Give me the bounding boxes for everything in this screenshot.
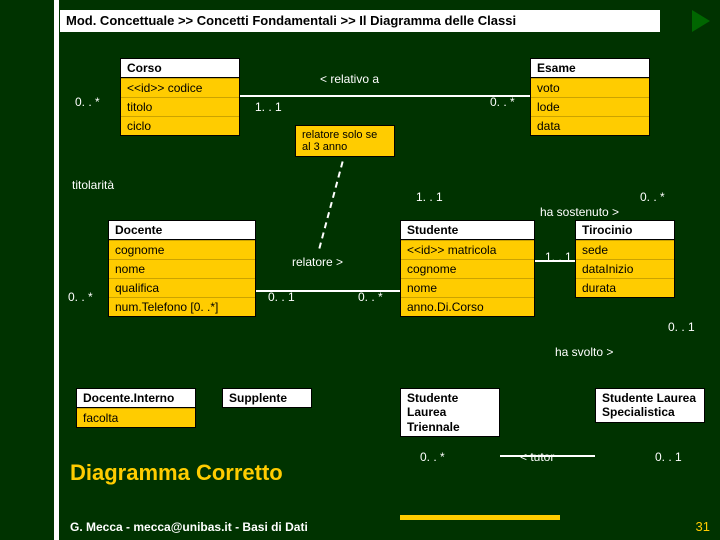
mult: 0. . * xyxy=(358,290,383,304)
mult: 0. . * xyxy=(640,190,665,204)
attr: ciclo xyxy=(121,116,239,135)
attr: <<id>> matricola xyxy=(401,240,534,259)
class-corso: Corso <<id>> codice titolo ciclo xyxy=(120,58,240,136)
class-title: Docente xyxy=(109,221,255,240)
mult: 0. . 1 xyxy=(668,320,695,334)
mult: 0. . 1 xyxy=(268,290,295,304)
footer: G. Mecca - mecca@unibas.it - Basi di Dat… xyxy=(70,520,308,534)
assoc-svolto: ha svolto > xyxy=(555,345,613,359)
mult: 0. . * xyxy=(68,290,93,304)
connector xyxy=(240,95,530,97)
assoc-sostenuto: ha sostenuto > xyxy=(540,205,619,219)
attr: lode xyxy=(531,97,649,116)
attr: voto xyxy=(531,78,649,97)
vertical-stripe xyxy=(54,0,59,540)
mult: 0. . * xyxy=(75,95,100,109)
assoc-relativo: < relativo a xyxy=(320,72,379,86)
mult: 1. . 1 xyxy=(255,100,282,114)
page-title: Diagramma Corretto xyxy=(70,460,283,486)
attr: cognome xyxy=(401,259,534,278)
attr: anno.Di.Corso xyxy=(401,297,534,316)
class-title: Docente.Interno xyxy=(77,389,195,408)
mult: 0. . 1 xyxy=(655,450,682,464)
attr: qualifica xyxy=(109,278,255,297)
attr: num.Telefono [0. .*] xyxy=(109,297,255,316)
attr: facolta xyxy=(77,408,195,427)
class-studente: Studente <<id>> matricola cognome nome a… xyxy=(400,220,535,317)
dashed-connector xyxy=(318,161,343,248)
page-number: 31 xyxy=(696,519,710,534)
attr: durata xyxy=(576,278,674,297)
class-title: Studente Laurea Triennale xyxy=(401,389,499,436)
class-title: Studente xyxy=(401,221,534,240)
attr: <<id>> codice xyxy=(121,78,239,97)
attr: nome xyxy=(401,278,534,297)
mult: 0. . * xyxy=(420,450,445,464)
connector xyxy=(535,260,575,262)
class-esame: Esame voto lode data xyxy=(530,58,650,136)
class-tirocinio: Tirocinio sede dataInizio durata xyxy=(575,220,675,298)
note-relatore-solo: relatore solo se al 3 anno xyxy=(295,125,395,157)
attr: cognome xyxy=(109,240,255,259)
connector xyxy=(256,290,400,292)
attr: sede xyxy=(576,240,674,259)
assoc-relatore: relatore > xyxy=(292,255,343,269)
decoration-bar xyxy=(400,515,560,520)
mult: 1. . 1 xyxy=(416,190,443,204)
assoc-tutor: < tutor xyxy=(520,450,554,464)
class-studente-ls: Studente Laurea Specialistica xyxy=(595,388,705,423)
breadcrumb: Mod. Concettuale >> Concetti Fondamental… xyxy=(60,10,660,32)
class-supplente: Supplente xyxy=(222,388,312,408)
class-docente-interno: Docente.Interno facolta xyxy=(76,388,196,428)
class-title: Tirocinio xyxy=(576,221,674,240)
assoc-titolarita: titolarità xyxy=(72,178,114,192)
attr: titolo xyxy=(121,97,239,116)
class-title: Supplente xyxy=(223,389,311,407)
class-title: Esame xyxy=(531,59,649,78)
class-docente: Docente cognome nome qualifica num.Telef… xyxy=(108,220,256,317)
class-title: Corso xyxy=(121,59,239,78)
class-title: Studente Laurea Specialistica xyxy=(596,389,704,422)
connector xyxy=(500,455,595,457)
attr: nome xyxy=(109,259,255,278)
class-studente-lt: Studente Laurea Triennale xyxy=(400,388,500,437)
mult: 0. . * xyxy=(490,95,515,109)
attr: data xyxy=(531,116,649,135)
next-arrow-icon[interactable] xyxy=(692,10,710,32)
attr: dataInizio xyxy=(576,259,674,278)
